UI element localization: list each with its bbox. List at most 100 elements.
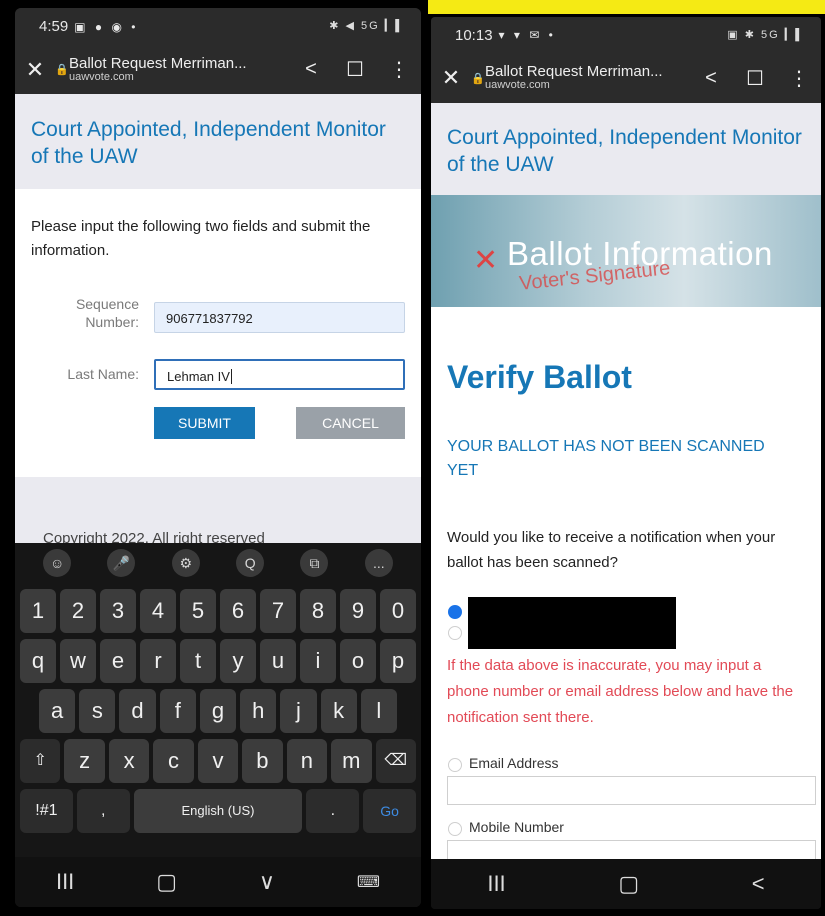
- key-t[interactable]: t: [180, 639, 216, 683]
- emoji-icon[interactable]: ☺: [43, 549, 72, 577]
- key-p[interactable]: p: [380, 639, 416, 683]
- back-icon[interactable]: <: [752, 871, 765, 897]
- key-0[interactable]: 0: [380, 589, 416, 633]
- symbols-key[interactable]: !#1: [20, 789, 73, 833]
- status-time: 10:13: [455, 26, 493, 44]
- search-icon[interactable]: Q: [236, 549, 265, 577]
- email-radio[interactable]: [448, 758, 462, 772]
- browser-title: Ballot Request Merriman...: [485, 63, 663, 81]
- shift-key[interactable]: ⇧: [20, 739, 61, 783]
- share-icon[interactable]: <: [689, 67, 733, 90]
- mobile-radio[interactable]: [448, 822, 462, 836]
- home-icon[interactable]: ▢: [618, 871, 639, 897]
- email-input[interactable]: [447, 776, 816, 805]
- period-key[interactable]: .: [306, 789, 360, 833]
- microphone-icon[interactable]: 🎤: [107, 549, 136, 577]
- keyboard-hide-icon[interactable]: ∨: [259, 869, 275, 895]
- recent-apps-icon[interactable]: III: [56, 869, 74, 895]
- web-page: Court Appointed, Independent Monitor of …: [15, 94, 421, 547]
- number-row: 1 2 3 4 5 6 7 8 9 0: [15, 589, 421, 633]
- key-b[interactable]: b: [242, 739, 283, 783]
- key-h[interactable]: h: [240, 689, 277, 733]
- home-icon[interactable]: ▢: [156, 869, 177, 895]
- key-m[interactable]: m: [331, 739, 372, 783]
- key-s[interactable]: s: [79, 689, 116, 733]
- translate-icon[interactable]: ⧉: [300, 549, 329, 577]
- keyboard-switch-icon[interactable]: ⌨: [357, 872, 380, 892]
- page-heading: Verify Ballot: [447, 359, 632, 395]
- letter-row-1: q w e r t y u i o p: [15, 639, 421, 683]
- key-d[interactable]: d: [119, 689, 156, 733]
- on-screen-keyboard: ☺ 🎤 ⚙ Q ⧉ ... 1 2 3 4 5 6 7 8 9 0 q w e …: [15, 543, 421, 857]
- radio-option-2[interactable]: [448, 626, 462, 640]
- key-o[interactable]: o: [340, 639, 376, 683]
- browser-title-block: Ballot Request Merriman... uawvote.com: [69, 56, 289, 83]
- key-r[interactable]: r: [140, 639, 176, 683]
- comma-key[interactable]: ,: [76, 789, 130, 833]
- key-q[interactable]: q: [20, 639, 56, 683]
- key-c[interactable]: c: [153, 739, 194, 783]
- cancel-button[interactable]: CANCEL: [296, 407, 405, 439]
- key-x[interactable]: x: [108, 739, 150, 783]
- key-4[interactable]: 4: [140, 589, 176, 633]
- sequence-number-input[interactable]: 906771837792: [154, 302, 405, 333]
- key-5[interactable]: 5: [180, 589, 216, 633]
- browser-title-block: Ballot Request Merriman... uawvote.com: [485, 64, 689, 91]
- bookmark-icon[interactable]: ☐: [733, 66, 777, 91]
- more-menu-icon[interactable]: ⋮: [777, 66, 821, 91]
- key-w[interactable]: w: [60, 639, 96, 683]
- key-a[interactable]: a: [39, 689, 76, 733]
- last-name-input[interactable]: Lehman IV: [154, 359, 405, 390]
- key-6[interactable]: 6: [220, 589, 256, 633]
- key-1[interactable]: 1: [20, 589, 56, 633]
- key-3[interactable]: 3: [100, 589, 136, 633]
- key-n[interactable]: n: [286, 739, 328, 783]
- nav-bar: III ▢ <: [431, 859, 821, 909]
- space-key[interactable]: English (US): [133, 789, 303, 833]
- key-j[interactable]: j: [280, 689, 317, 733]
- browser-toolbar: ✕ 🔒 Ballot Request Merriman... uawvote.c…: [15, 45, 421, 94]
- key-2[interactable]: 2: [60, 589, 96, 633]
- web-page: Court Appointed, Independent Monitor of …: [431, 103, 821, 880]
- submit-button[interactable]: SUBMIT: [154, 407, 255, 439]
- inaccurate-data-warning: If the data above is inaccurate, you may…: [447, 657, 794, 726]
- bookmark-icon[interactable]: ☐: [333, 57, 377, 82]
- browser-url: uawvote.com: [485, 79, 550, 92]
- key-u[interactable]: u: [260, 639, 296, 683]
- letter-row-3: ⇧ z x c v b n m ⌫: [15, 739, 421, 783]
- key-k[interactable]: k: [320, 689, 357, 733]
- settings-icon[interactable]: ⚙: [171, 549, 200, 577]
- key-v[interactable]: v: [197, 739, 239, 783]
- go-key[interactable]: Go: [363, 789, 417, 833]
- share-icon[interactable]: <: [289, 58, 333, 81]
- sequence-label: Sequence Number:: [55, 295, 139, 331]
- key-g[interactable]: g: [199, 689, 237, 733]
- key-e[interactable]: e: [100, 639, 136, 683]
- browser-title: Ballot Request Merriman...: [69, 54, 247, 72]
- key-i[interactable]: i: [300, 639, 336, 683]
- form-intro: Please input the following two fields an…: [31, 218, 371, 259]
- site-title: Court Appointed, Independent Monitor of …: [15, 94, 421, 189]
- browser-url: uawvote.com: [69, 70, 134, 83]
- key-f[interactable]: f: [159, 689, 196, 733]
- mobile-label: Mobile Number: [469, 819, 564, 835]
- screenshot-frame: 4:59 ▣ ● ◉ • ✱ ◀ 5G ▎▌ ✕ 🔒 Ballot Reques…: [0, 0, 825, 916]
- x-mark-icon: ✕: [473, 244, 499, 277]
- key-l[interactable]: l: [360, 689, 397, 733]
- key-7[interactable]: 7: [260, 589, 296, 633]
- more-menu-icon[interactable]: ⋮: [377, 57, 421, 82]
- key-8[interactable]: 8: [300, 589, 336, 633]
- recent-apps-icon[interactable]: III: [487, 871, 505, 897]
- site-title: Court Appointed, Independent Monitor of …: [431, 103, 821, 195]
- close-icon[interactable]: ✕: [431, 65, 471, 91]
- last-name-label: Last Name:: [67, 366, 139, 382]
- status-bar: 4:59 ▣ ● ◉ • ✱ ◀ 5G ▎▌: [15, 8, 421, 45]
- more-icon[interactable]: ...: [364, 549, 393, 577]
- nav-bar: III ▢ ∨ ⌨: [15, 857, 421, 907]
- close-icon[interactable]: ✕: [15, 57, 55, 83]
- backspace-key[interactable]: ⌫: [375, 739, 416, 783]
- key-z[interactable]: z: [64, 739, 105, 783]
- radio-option-1[interactable]: [448, 605, 462, 619]
- key-9[interactable]: 9: [340, 589, 376, 633]
- key-y[interactable]: y: [220, 639, 256, 683]
